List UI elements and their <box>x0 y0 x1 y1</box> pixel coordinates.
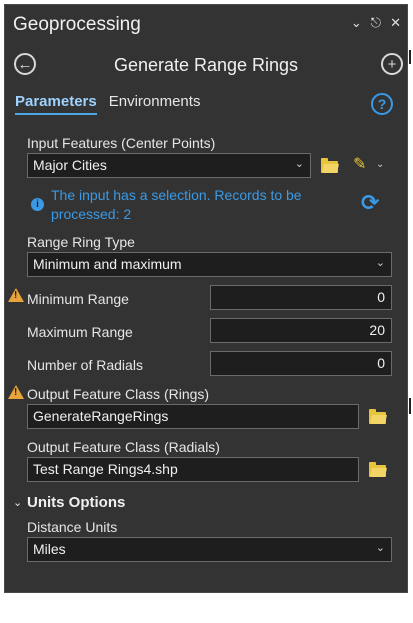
refresh-icon[interactable]: ⟳ <box>361 190 379 216</box>
pane-titlebar: Geoprocessing ⌄ ⎋ ✕ <box>5 5 407 45</box>
pane-title: Geoprocessing <box>13 14 141 35</box>
tab-strip: Parameters Environments <box>15 93 200 115</box>
folder-open-icon[interactable] <box>369 409 386 424</box>
output-rings-input[interactable]: GenerateRangeRings <box>27 404 359 429</box>
close-icon[interactable]: ✕ <box>390 15 401 31</box>
tool-title: Generate Range Rings <box>113 55 299 75</box>
ring-type-value: Minimum and maximum <box>33 256 182 272</box>
output-rings-label: Output Feature Class (Rings) <box>27 386 210 402</box>
input-features-value: Major Cities <box>33 157 107 173</box>
output-radials-input[interactable]: Test Range Rings4.shp <box>27 457 359 482</box>
chevron-down-icon: ⌄ <box>294 158 304 170</box>
ring-type-label: Range Ring Type <box>27 234 135 250</box>
output-radials-label: Output Feature Class (Radials) <box>27 439 220 455</box>
min-range-label: Minimum Range <box>27 291 129 307</box>
units-options-header[interactable]: Units Options <box>27 494 125 511</box>
tool-header: ← Generate Range Rings + <box>5 47 407 83</box>
pencil-icon[interactable]: ✎ <box>353 154 366 174</box>
titlebar-controls: ⌄ ⎋ ✕ <box>351 15 401 31</box>
chevron-down-icon[interactable]: ⌄ <box>351 15 362 31</box>
distance-units-label: Distance Units <box>27 519 118 535</box>
num-radials-label: Number of Radials <box>27 357 143 373</box>
distance-units-value: Miles <box>33 541 66 557</box>
min-range-input[interactable]: 0 <box>210 285 392 310</box>
geoprocessing-pane: Geoprocessing ⌄ ⎋ ✕ ← Generate Range Rin… <box>4 4 408 593</box>
folder-open-icon[interactable] <box>321 158 338 173</box>
pin-icon[interactable]: ⎋ <box>371 15 381 31</box>
num-radials-input[interactable]: 0 <box>210 351 392 376</box>
input-features-dropdown[interactable]: Major Cities ⌄ <box>27 153 311 178</box>
tab-parameters[interactable]: Parameters <box>15 93 97 115</box>
add-icon[interactable]: + <box>381 53 403 75</box>
info-icon: i <box>31 198 44 211</box>
chevron-down-icon[interactable]: ⌄ <box>376 159 384 170</box>
input-features-label: Input Features (Center Points) <box>27 135 216 151</box>
help-icon[interactable]: ? <box>371 93 393 115</box>
max-range-label: Maximum Range <box>27 324 133 340</box>
ring-type-dropdown[interactable]: Minimum and maximum ⌄ <box>27 252 392 277</box>
warning-icon: ! <box>8 385 24 399</box>
distance-units-dropdown[interactable]: Miles ⌄ <box>27 537 392 562</box>
edge-mark <box>409 50 411 64</box>
folder-open-icon[interactable] <box>369 462 386 477</box>
max-range-input[interactable]: 20 <box>210 318 392 343</box>
selection-info-text: The input has a selection. Records to be… <box>51 187 302 222</box>
warning-icon: ! <box>8 288 24 302</box>
tab-environments[interactable]: Environments <box>109 93 201 115</box>
chevron-down-icon: ⌄ <box>375 542 385 554</box>
chevron-down-icon[interactable]: ⌄ <box>13 496 22 509</box>
chevron-down-icon: ⌄ <box>375 257 385 269</box>
edge-mark <box>409 398 411 414</box>
